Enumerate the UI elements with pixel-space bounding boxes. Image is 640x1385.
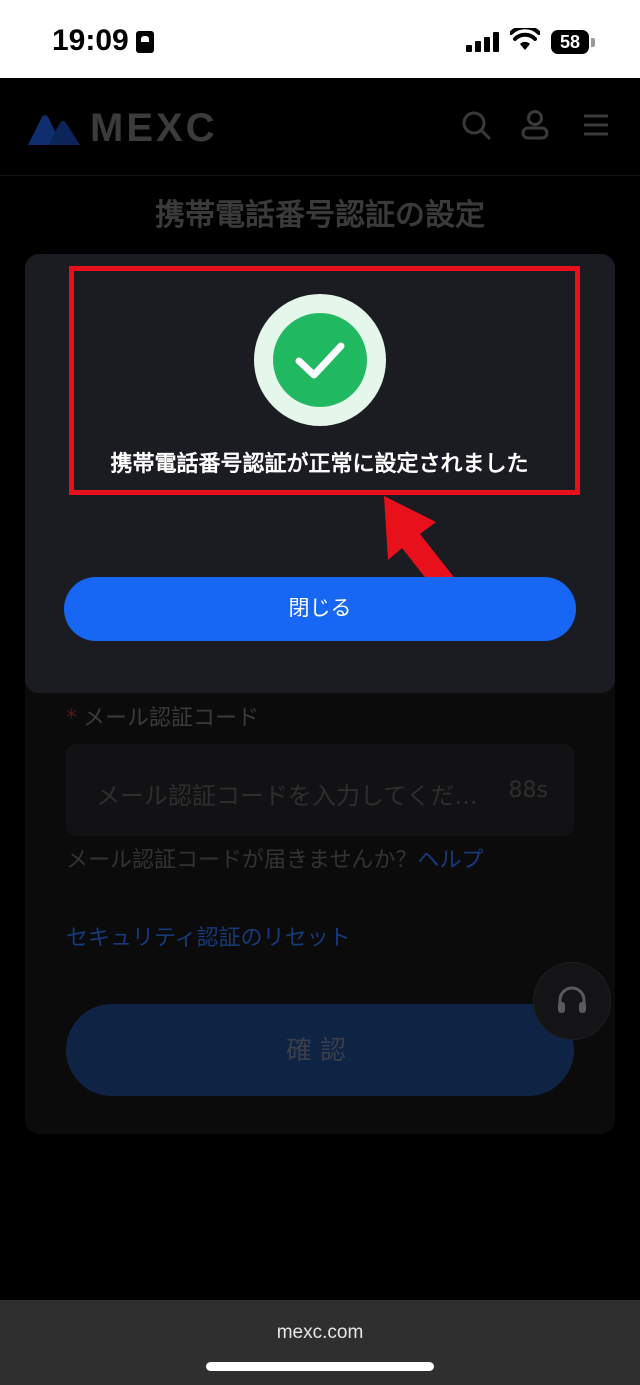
home-indicator[interactable] xyxy=(206,1362,434,1371)
required-mark: * xyxy=(66,706,77,731)
search-icon[interactable] xyxy=(461,110,491,140)
mexc-logo[interactable]: MEXC xyxy=(28,106,218,151)
status-bar: 19:09 58 xyxy=(0,0,640,78)
headset-icon xyxy=(558,986,586,1013)
url-field[interactable]: mexc.com xyxy=(0,1322,640,1344)
battery-nub xyxy=(591,38,595,47)
email-code-input[interactable]: メール認証コードを入力してくだ... 88s xyxy=(66,744,574,836)
annotation-highlight-box xyxy=(69,266,580,495)
brand-name: MEXC xyxy=(90,106,218,150)
support-button[interactable] xyxy=(533,962,611,1040)
wifi-icon xyxy=(510,28,540,50)
confirm-label: 確認 xyxy=(285,1035,354,1065)
battery-icon: 58 xyxy=(551,30,589,54)
menu-icon[interactable] xyxy=(583,110,609,140)
cellular-signal-icon xyxy=(466,32,500,52)
id-card-icon xyxy=(136,31,154,53)
status-time: 19:09 xyxy=(52,24,129,57)
resend-countdown: 88s xyxy=(508,778,548,803)
help-text: メール認証コードが届きませんか？ xyxy=(66,848,418,873)
security-reset-link[interactable]: セキュリティ認証のリセット xyxy=(66,920,351,952)
confirm-button[interactable]: 確認 xyxy=(66,1004,574,1096)
help-line: メール認証コードが届きませんか？ヘルプ xyxy=(66,842,483,874)
email-code-placeholder: メール認証コードを入力してくだ... xyxy=(96,782,478,810)
app-header: MEXC xyxy=(0,78,640,176)
email-code-label: * メール認証コード xyxy=(66,700,259,732)
mexc-logo-icon xyxy=(28,114,80,145)
browser-bar: mexc.com xyxy=(0,1300,640,1385)
close-label: 閉じる xyxy=(288,597,352,620)
user-icon[interactable] xyxy=(521,110,549,140)
page-title: 携帯電話番号認証の設定 xyxy=(155,198,485,233)
close-button[interactable]: 閉じる xyxy=(64,577,576,641)
help-link[interactable]: ヘルプ xyxy=(417,848,483,873)
email-code-label-text: メール認証コード xyxy=(83,706,260,731)
battery-level: 58 xyxy=(559,32,581,52)
